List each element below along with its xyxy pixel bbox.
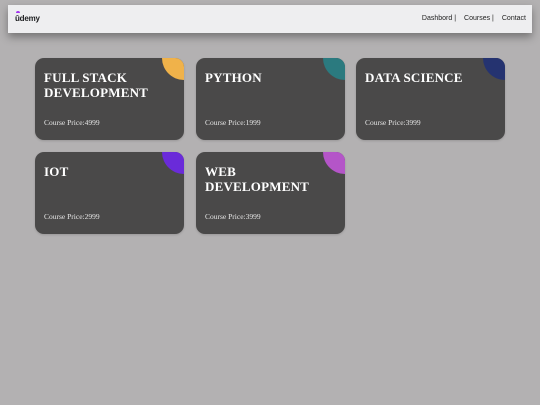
- course-card-data-science[interactable]: DATA SCIENCE Course Price:3999: [356, 58, 505, 140]
- logo-text: ûdemy: [15, 14, 40, 23]
- nav-link-contact[interactable]: Contact: [502, 15, 526, 22]
- course-price: Course Price:3999: [205, 212, 261, 221]
- course-title: WEB DEVELOPMENT: [205, 164, 310, 194]
- nav-links: Dashbord | Courses | Contact: [414, 15, 526, 22]
- nav-link-courses[interactable]: Courses |: [464, 15, 494, 22]
- course-title: PYTHON: [205, 70, 262, 85]
- course-card-python[interactable]: PYTHON Course Price:1999: [196, 58, 345, 140]
- top-navbar: ûdemy Dashbord | Courses | Contact: [8, 5, 532, 33]
- course-card-web-development[interactable]: WEB DEVELOPMENT Course Price:3999: [196, 152, 345, 234]
- course-title: FULL STACK DEVELOPMENT: [44, 70, 149, 100]
- course-title: DATA SCIENCE: [365, 70, 463, 85]
- course-price: Course Price:4999: [44, 118, 100, 127]
- logo-accent-mark: [16, 11, 20, 13]
- udemy-logo[interactable]: ûdemy: [15, 11, 40, 23]
- course-price: Course Price:1999: [205, 118, 261, 127]
- course-card-full-stack[interactable]: FULL STACK DEVELOPMENT Course Price:4999: [35, 58, 184, 140]
- course-price: Course Price:2999: [44, 212, 100, 221]
- nav-link-dashboard[interactable]: Dashbord |: [422, 15, 456, 22]
- course-title: IOT: [44, 164, 69, 179]
- course-card-iot[interactable]: IOT Course Price:2999: [35, 152, 184, 234]
- course-price: Course Price:3999: [365, 118, 421, 127]
